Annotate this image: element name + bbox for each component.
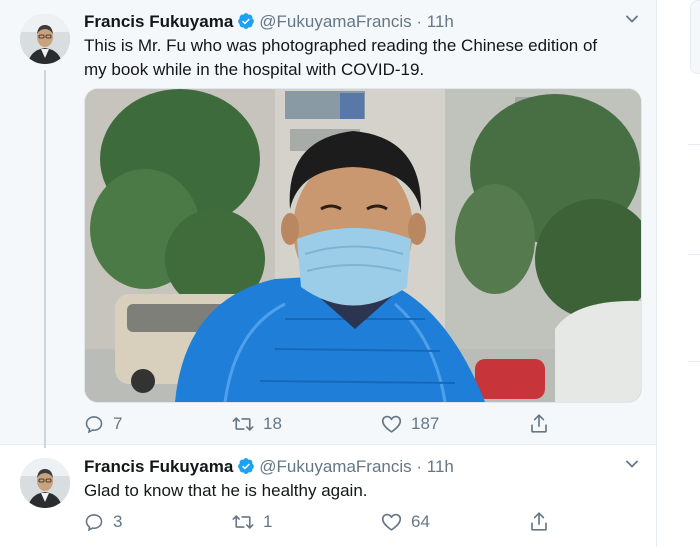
tweet-header: Francis Fukuyama @FukuyamaFrancis · 11h [84, 12, 454, 35]
avatar[interactable] [20, 14, 70, 64]
sidebar-divider [688, 254, 700, 255]
retweet-button[interactable]: 18 [232, 414, 282, 434]
retweet-count: 1 [263, 512, 273, 531]
author-name[interactable]: Francis Fukuyama [84, 457, 233, 476]
timeline: Francis Fukuyama @FukuyamaFrancis · 11h T… [0, 0, 657, 547]
tweet-text-line: This is Mr. Fu who was photographed read… [84, 36, 598, 55]
tweet-text: Glad to know that he is healthy again. [84, 479, 368, 503]
author-handle[interactable]: @FukuyamaFrancis [259, 12, 411, 31]
sidebar-divider [688, 144, 700, 145]
tweet-divider [0, 444, 657, 445]
time-separator: · [416, 457, 423, 476]
tweet-photo[interactable] [84, 88, 642, 403]
retweet-button[interactable]: 1 [232, 512, 272, 532]
photo-image [85, 89, 641, 402]
reply-count: 7 [113, 414, 123, 433]
verified-badge-icon [237, 457, 255, 480]
tweet-text-line: my book while in the hospital with COVID… [84, 60, 425, 79]
tweet-text-line: Glad to know that he is healthy again. [84, 481, 368, 500]
like-button[interactable]: 64 [381, 512, 430, 532]
sidebar-card [690, 0, 700, 74]
reply-button[interactable]: 7 [84, 414, 122, 434]
chevron-down-icon[interactable] [624, 456, 640, 472]
share-icon [529, 511, 549, 532]
share-button[interactable] [529, 511, 549, 532]
tweet-time[interactable]: 11h [427, 457, 454, 476]
share-button[interactable] [529, 413, 549, 434]
tweet-text: This is Mr. Fu who was photographed read… [84, 34, 597, 82]
reply-button[interactable]: 3 [84, 512, 122, 532]
retweet-icon [232, 414, 254, 434]
timeline-border [656, 0, 657, 547]
chevron-down-icon[interactable] [624, 11, 640, 27]
reply-count: 3 [113, 512, 123, 531]
reply-icon [84, 414, 104, 434]
author-handle[interactable]: @FukuyamaFrancis [259, 457, 411, 476]
share-icon [529, 413, 549, 434]
retweet-count: 18 [263, 414, 282, 433]
like-count: 64 [411, 512, 430, 531]
retweet-icon [232, 512, 254, 532]
verified-badge-icon [237, 12, 255, 35]
avatar[interactable] [20, 458, 70, 508]
tweet-header: Francis Fukuyama @FukuyamaFrancis · 11h [84, 457, 454, 480]
thread-connector-line [44, 70, 46, 448]
time-separator: · [416, 12, 423, 31]
right-sidebar-edge [680, 0, 700, 547]
heart-icon [381, 414, 402, 434]
like-count: 187 [411, 414, 440, 433]
sidebar-divider [688, 361, 700, 362]
like-button[interactable]: 187 [381, 414, 439, 434]
author-name[interactable]: Francis Fukuyama [84, 12, 233, 31]
reply-icon [84, 512, 104, 532]
heart-icon [381, 512, 402, 532]
tweet-time[interactable]: 11h [427, 12, 454, 31]
